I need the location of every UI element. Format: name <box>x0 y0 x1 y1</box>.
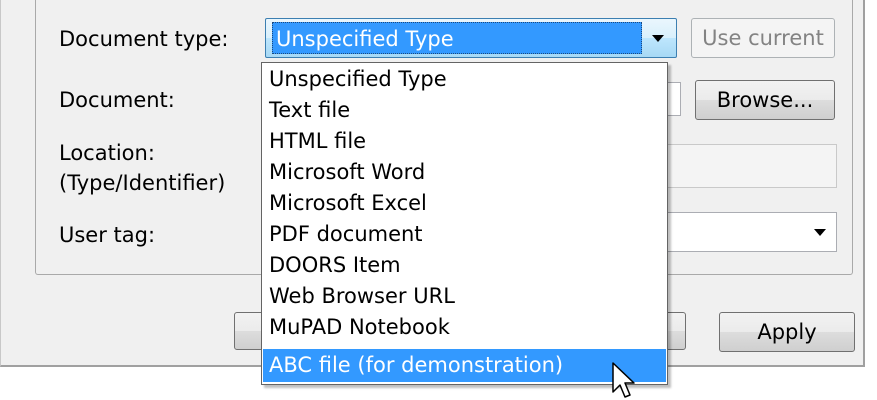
option-text-file[interactable]: Text file <box>263 95 666 126</box>
option-web-browser-url[interactable]: Web Browser URL <box>263 281 666 312</box>
apply-button[interactable]: Apply <box>719 312 855 352</box>
use-current-button[interactable]: Use current <box>691 18 835 58</box>
document-type-label: Document type: <box>59 27 229 51</box>
user-tag-dropdown[interactable] <box>661 212 837 252</box>
option-doors-item[interactable]: DOORS Item <box>263 250 666 281</box>
user-tag-label: User tag: <box>59 223 156 247</box>
chevron-down-icon[interactable] <box>814 229 826 236</box>
document-type-selected-value: Unspecified Type <box>272 22 642 54</box>
option-mupad-notebook[interactable]: MuPAD Notebook <box>263 312 666 343</box>
option-microsoft-word[interactable]: Microsoft Word <box>263 157 666 188</box>
option-microsoft-excel[interactable]: Microsoft Excel <box>263 188 666 219</box>
option-html-file[interactable]: HTML file <box>263 126 666 157</box>
location-identifier-field[interactable] <box>661 144 837 188</box>
document-type-options-list: Unspecified Type Text file HTML file Mic… <box>261 62 668 385</box>
location-label-line1: Location: <box>59 141 155 165</box>
option-unspecified-type[interactable]: Unspecified Type <box>263 64 666 95</box>
option-pdf-document[interactable]: PDF document <box>263 219 666 250</box>
mouse-pointer-icon <box>612 362 635 398</box>
chevron-down-icon[interactable] <box>652 35 664 42</box>
document-type-dropdown[interactable]: Unspecified Type <box>265 18 677 58</box>
document-label: Document: <box>59 88 175 112</box>
option-abc-file[interactable]: ABC file (for demonstration) <box>263 349 666 382</box>
browse-button[interactable]: Browse... <box>695 80 835 120</box>
location-label-line2: (Type/Identifier) <box>59 171 226 195</box>
